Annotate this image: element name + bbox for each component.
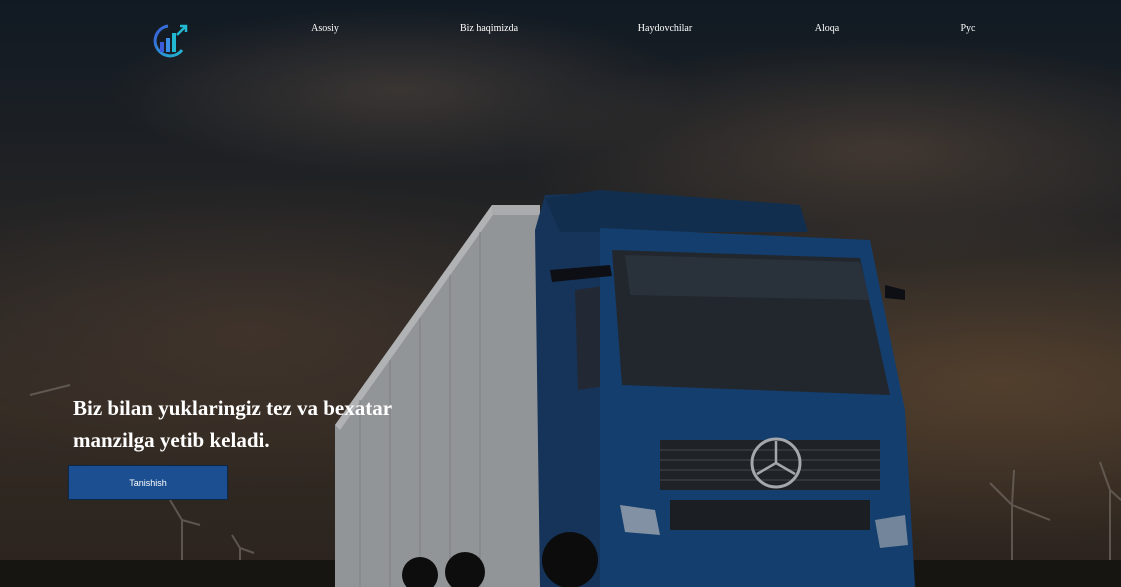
language-switch-ru[interactable]: Рус [961, 22, 976, 36]
nav-item-aloqa[interactable]: Aloqa [815, 22, 839, 36]
main-nav: Asosiy Biz haqimizda Haydovchilar Aloqa … [0, 22, 1121, 36]
tanishish-button[interactable]: Tanishish [68, 465, 228, 500]
nav-item-biz-haqimizda[interactable]: Biz haqimizda [460, 22, 518, 36]
nav-item-asosiy[interactable]: Asosiy [311, 22, 339, 36]
nav-item-haydovchilar[interactable]: Haydovchilar [638, 22, 692, 36]
hero-headline: Biz bilan yuklaringiz tez va bexatar man… [73, 396, 392, 452]
